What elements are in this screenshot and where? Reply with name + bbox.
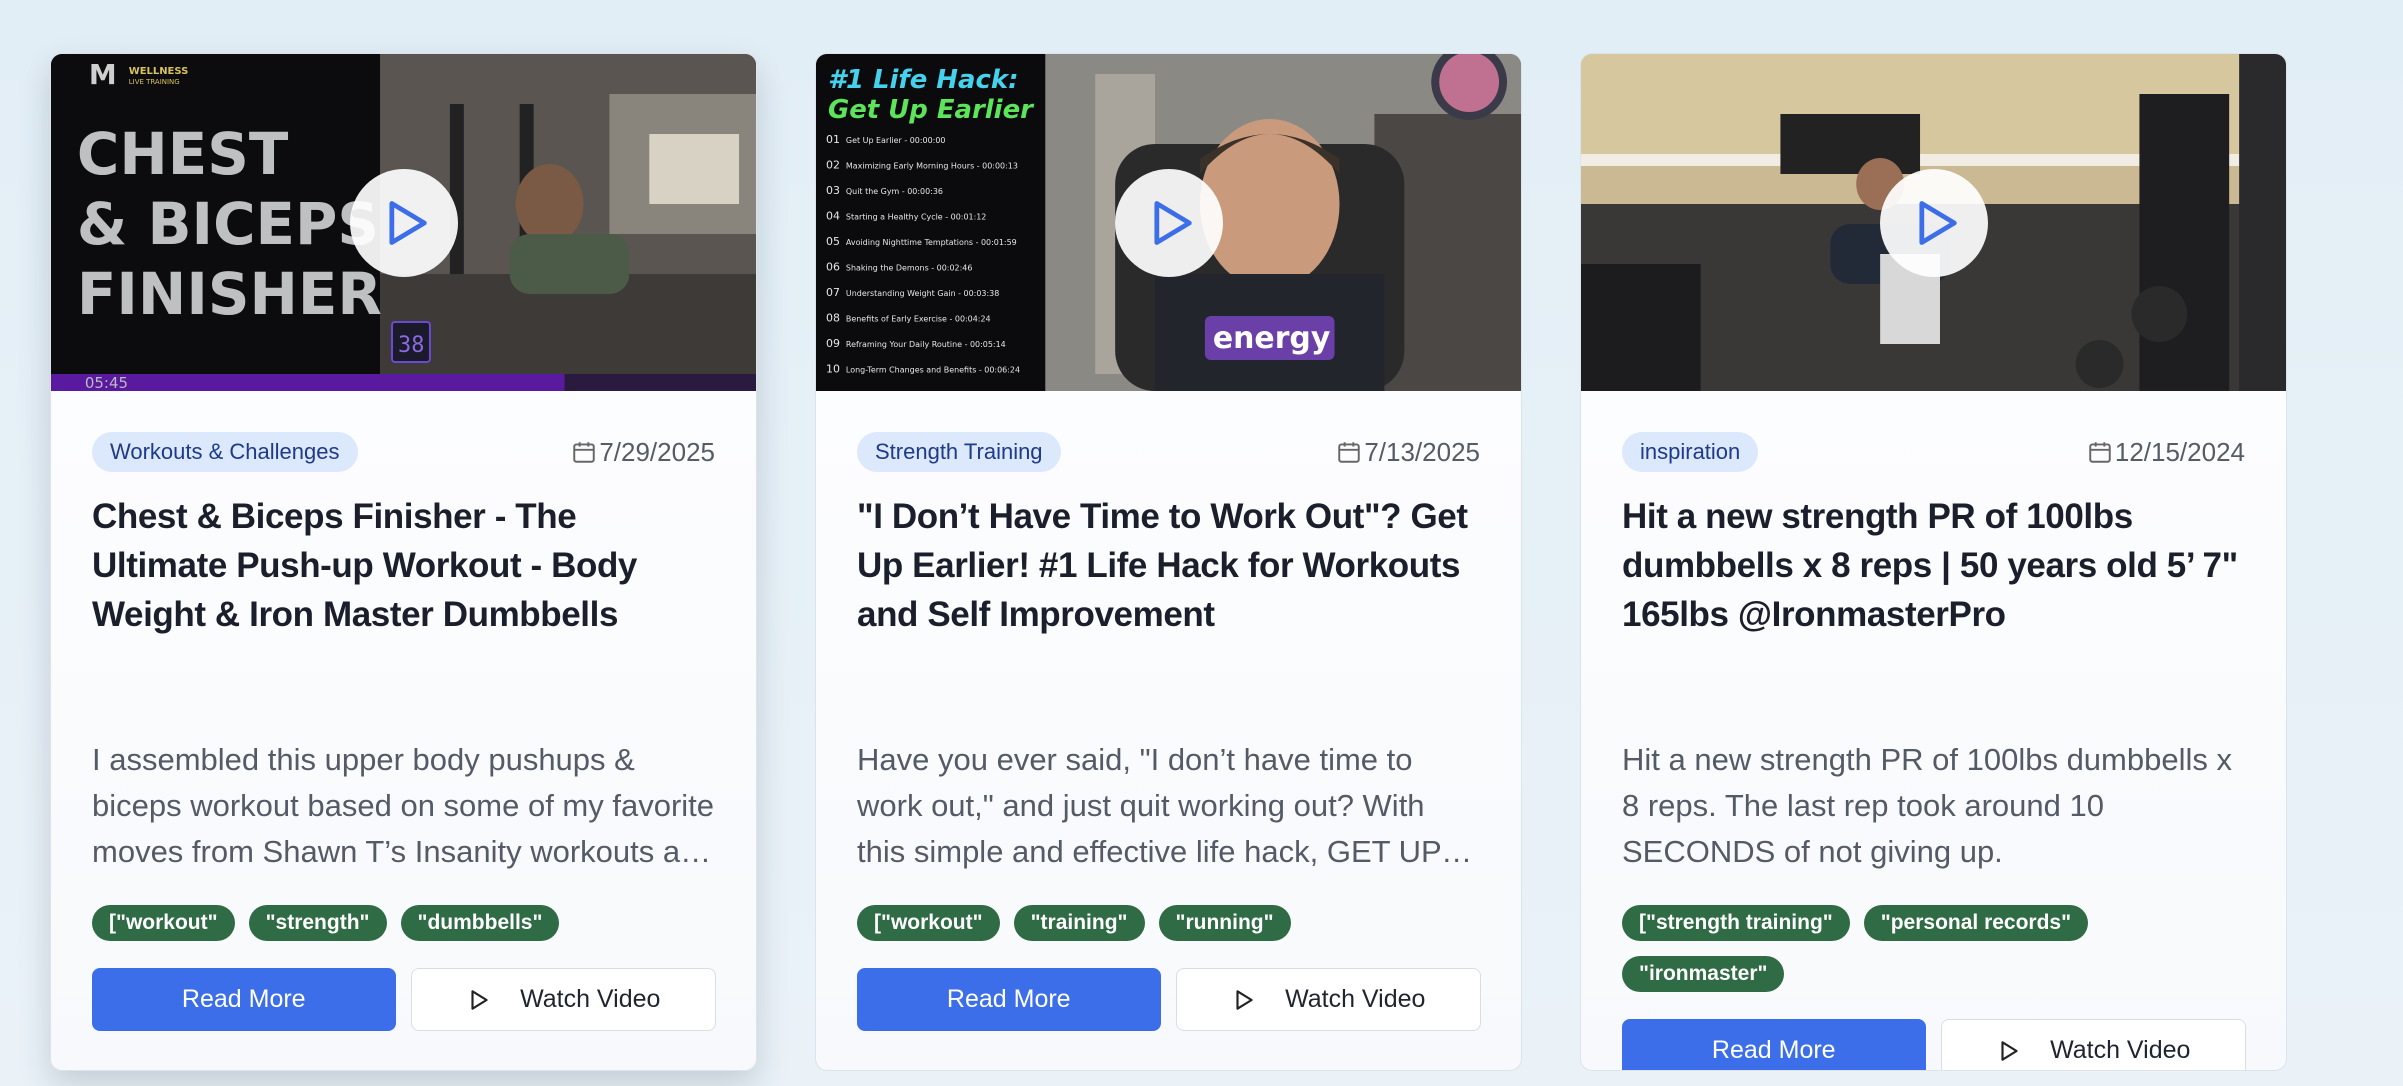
- watch-video-button[interactable]: Watch Video: [1940, 1019, 2246, 1070]
- card-meta: inspiration 12/15/2024: [1622, 432, 2245, 472]
- tag-chip[interactable]: "dumbbells": [400, 905, 560, 941]
- chapter-title: Benefits of Early Exercise - 00:04:24: [846, 314, 991, 323]
- post-date: 7/13/2025: [1336, 437, 1480, 468]
- brand-logo-mark: M: [89, 58, 117, 91]
- card-actions: Read More Watch Video: [92, 968, 716, 1031]
- thumbnail-overlay-line: & BICEPS: [77, 190, 379, 258]
- card-description: Hit a new strength PR of 100lbs dumbbell…: [1622, 742, 2232, 869]
- calendar-icon: [1338, 442, 1361, 463]
- chapter-number: 10: [826, 362, 840, 375]
- card-title[interactable]: Chest & Biceps Finisher - The Ultimate P…: [92, 497, 720, 639]
- video-thumbnail[interactable]: CHEST & BICEPS FINISHER M WELLNESS LIVE …: [51, 54, 756, 391]
- play-overlay-button[interactable]: [349, 168, 458, 277]
- watch-video-label: Watch Video: [1285, 985, 1426, 1013]
- date-text: 7/13/2025: [1364, 436, 1480, 467]
- play-outline-icon: [2001, 1040, 2018, 1061]
- chapter-number: 07: [826, 286, 840, 299]
- category-badge[interactable]: inspiration: [1622, 432, 1759, 472]
- chapter-number: 05: [826, 235, 840, 248]
- chapter-title: Quit the Gym - 00:00:36: [846, 187, 943, 196]
- video-card: CHEST & BICEPS FINISHER M WELLNESS LIVE …: [50, 53, 757, 1071]
- watch-video-label: Watch Video: [2050, 1036, 2191, 1064]
- chapter-title: Long-Term Changes and Benefits - 00:06:2…: [846, 365, 1020, 374]
- video-caption: energy: [1213, 321, 1330, 356]
- watch-video-label: Watch Video: [520, 985, 661, 1013]
- card-meta: Workouts & Challenges 7/29/2025: [92, 432, 715, 472]
- tag-chip[interactable]: ["workout": [92, 905, 235, 941]
- post-date: 7/29/2025: [571, 437, 715, 468]
- video-card: inspiration 12/15/2024 Hit a new strengt…: [1580, 53, 2287, 1071]
- watch-video-button[interactable]: Watch Video: [1175, 968, 1481, 1031]
- play-icon: [1918, 200, 1957, 245]
- category-badge[interactable]: Workouts & Challenges: [92, 432, 358, 472]
- tag-chip[interactable]: "ironmaster": [1622, 956, 1785, 992]
- calendar-icon: [2089, 442, 2111, 463]
- thumbnail-overlay-line: CHEST: [77, 120, 289, 188]
- card-description: I assembled this upper body pushups & bi…: [92, 742, 715, 869]
- read-more-button[interactable]: Read More: [1622, 1019, 1926, 1070]
- card-meta: Strength Training 7/13/2025: [857, 432, 1480, 472]
- chapter-title: Maximizing Early Morning Hours - 00:00:1…: [846, 161, 1018, 170]
- tag-chip[interactable]: "strength": [248, 905, 387, 941]
- chapter-number: 09: [826, 337, 840, 350]
- play-overlay-button[interactable]: [1114, 168, 1223, 277]
- category-badge[interactable]: Strength Training: [857, 432, 1061, 472]
- chapter-number: 02: [826, 158, 840, 171]
- chapter-title: Get Up Earlier - 00:00:00: [846, 136, 946, 145]
- card-actions: Read More Watch Video: [857, 968, 1481, 1031]
- play-outline-icon: [471, 989, 488, 1010]
- tag-chip[interactable]: ["strength training": [1622, 905, 1850, 941]
- tag-list: ["workout" "strength" "dumbbells": [92, 905, 716, 941]
- read-more-button[interactable]: Read More: [857, 968, 1161, 1031]
- video-timer: 05:45: [85, 374, 128, 391]
- title-text[interactable]: Chest & Biceps Finisher - The Ultimate P…: [92, 492, 720, 639]
- chapter-title: Shaking the Demons - 00:02:46: [846, 263, 973, 272]
- chapter-title: Reframing Your Daily Routine - 00:05:14: [846, 340, 1006, 349]
- card-actions: Read More Watch Video: [1622, 1019, 2246, 1070]
- date-text: 7/29/2025: [599, 436, 715, 467]
- video-thumbnail[interactable]: [1581, 54, 2286, 391]
- brand-logo-text: WELLNESS: [129, 66, 188, 77]
- card-title[interactable]: Hit a new strength PR of 100lbs dumbbell…: [1622, 497, 2250, 639]
- rep-counter: 38: [398, 333, 424, 358]
- chapter-number: 01: [826, 133, 840, 146]
- tag-chip[interactable]: "training": [1013, 905, 1145, 941]
- video-thumbnail[interactable]: #1 Life Hack: Get Up Earlier 01 Get Up Ea…: [816, 54, 1521, 391]
- tag-chip[interactable]: ["workout": [857, 905, 1000, 941]
- card-description: Have you ever said, "I don’t have time t…: [857, 742, 1442, 869]
- tag-list: ["workout" "training" "running": [857, 905, 1481, 941]
- thumbnail-overlay-line: FINISHER: [77, 260, 382, 328]
- play-outline-icon: [1236, 989, 1253, 1010]
- card-title[interactable]: "I Don’t Have Time to Work Out"? Get Up …: [857, 497, 1485, 639]
- thumbnail-heading-line: Get Up Earlier: [828, 95, 1035, 125]
- post-date: 12/15/2024: [2087, 437, 2245, 468]
- calendar-icon: [573, 442, 596, 463]
- thumbnail-heading-line: #1 Life Hack:: [828, 65, 1019, 95]
- video-card: #1 Life Hack: Get Up Earlier 01 Get Up Ea…: [815, 53, 1522, 1071]
- title-text[interactable]: "I Don’t Have Time to Work Out"? Get Up …: [857, 492, 1485, 639]
- chapter-title: Understanding Weight Gain - 00:03:38: [846, 289, 999, 298]
- tag-chip[interactable]: "running": [1158, 905, 1291, 941]
- read-more-button[interactable]: Read More: [92, 968, 396, 1031]
- chapter-title: Avoiding Nighttime Temptations - 00:01:5…: [846, 238, 1017, 247]
- title-text[interactable]: Hit a new strength PR of 100lbs dumbbell…: [1622, 492, 2250, 639]
- tag-list: ["strength training" "personal records" …: [1622, 905, 2246, 992]
- play-icon: [1153, 200, 1192, 245]
- chapter-title: Starting a Healthy Cycle - 00:01:12: [846, 212, 986, 221]
- chapter-number: 03: [826, 184, 840, 197]
- tag-chip[interactable]: "personal records": [1863, 905, 2089, 941]
- chapter-number: 04: [826, 209, 840, 222]
- play-overlay-button[interactable]: [1879, 168, 1988, 277]
- date-text: 12/15/2024: [2114, 436, 2245, 467]
- chapter-number: 08: [826, 311, 840, 324]
- play-icon: [388, 200, 427, 245]
- chapter-number: 06: [826, 260, 840, 273]
- brand-logo-subtext: LIVE TRAINING: [129, 78, 180, 86]
- watch-video-button[interactable]: Watch Video: [410, 968, 716, 1031]
